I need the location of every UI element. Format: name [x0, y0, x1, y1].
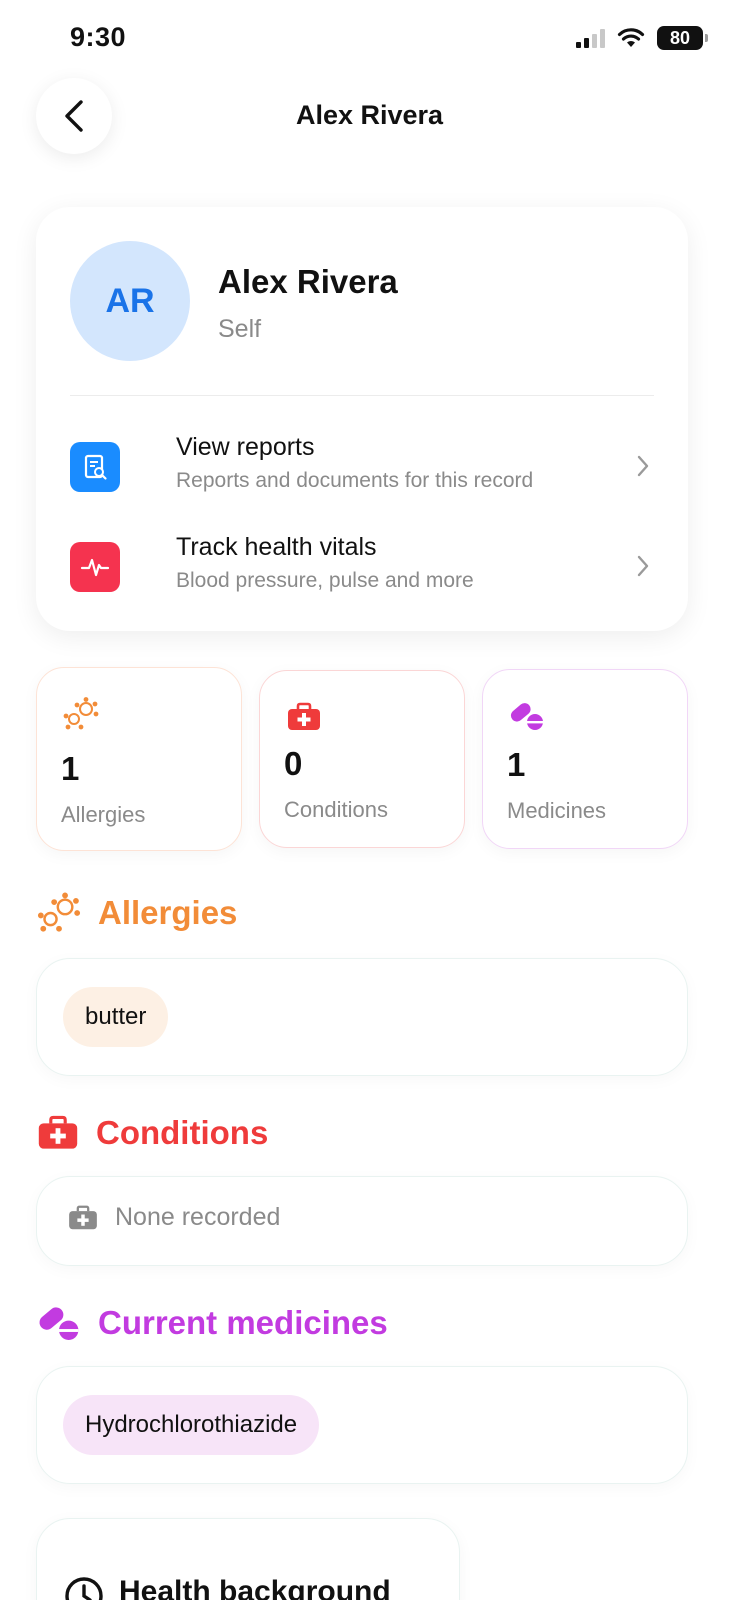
allergen-icon — [37, 892, 81, 932]
battery-icon: 80 — [657, 26, 708, 50]
stat-value-conditions: 0 — [284, 745, 303, 782]
conditions-empty-text: None recorded — [115, 1203, 281, 1231]
heartbeat-icon — [70, 542, 120, 592]
health-background-title: Health background — [119, 1575, 391, 1600]
stat-card-allergies[interactable]: 1 Allergies — [36, 667, 242, 851]
history-clock-icon — [65, 1577, 103, 1600]
profile-card: AR Alex Rivera Self View reports Reports… — [36, 207, 688, 631]
conditions-section-title: Conditions — [96, 1114, 269, 1151]
pills-icon — [39, 1307, 79, 1340]
medical-kit-icon — [38, 1115, 78, 1149]
medicine-chip[interactable]: Hydrochlorothiazide — [63, 1395, 320, 1455]
stat-label-conditions: Conditions — [284, 797, 388, 822]
profile-relation: Self — [218, 315, 262, 343]
stat-value-allergies: 1 — [61, 750, 80, 787]
conditions-empty-row: None recorded — [67, 1203, 280, 1232]
view-reports-row[interactable]: View reports Reports and documents for t… — [70, 433, 654, 503]
track-vitals-row[interactable]: Track health vitals Blood pressure, puls… — [70, 533, 654, 603]
chevron-right-icon — [632, 451, 654, 481]
profile-name: Alex Rivera — [218, 263, 398, 300]
view-reports-title: View reports — [176, 433, 315, 461]
patient-record-screen: 9:30 80 Alex Rivera AR Alex Rivera Self — [0, 0, 739, 1600]
status-icons: 80 — [576, 26, 708, 50]
medical-kit-icon — [284, 697, 324, 737]
allergy-chip[interactable]: butter — [63, 987, 169, 1047]
stat-card-conditions[interactable]: 0 Conditions — [259, 670, 465, 848]
track-vitals-title: Track health vitals — [176, 533, 377, 561]
pills-icon — [507, 696, 547, 736]
medicines-section-title: Current medicines — [98, 1304, 388, 1341]
conditions-section-header: Conditions — [36, 1108, 268, 1158]
stat-card-medicines[interactable]: 1 Medicines — [482, 669, 688, 849]
allergies-card: butter — [36, 958, 688, 1076]
cellular-signal-icon — [576, 28, 605, 48]
medical-kit-icon — [69, 1205, 97, 1229]
allergies-section-title: Allergies — [98, 894, 238, 931]
health-background-card[interactable]: Health background — [36, 1518, 460, 1600]
stat-label-medicines: Medicines — [507, 798, 607, 823]
allergies-section-header: Allergies — [36, 888, 237, 938]
chevron-right-icon — [632, 551, 654, 581]
allergen-icon — [61, 694, 101, 734]
conditions-card: None recorded — [36, 1176, 688, 1266]
stat-label-allergies: Allergies — [61, 802, 146, 827]
stat-value-medicines: 1 — [507, 746, 526, 783]
status-bar: 9:30 80 — [0, 0, 739, 80]
avatar: AR — [70, 241, 190, 361]
view-reports-subtitle: Reports and documents for this record — [176, 469, 534, 492]
document-search-icon — [70, 442, 120, 492]
medicines-section-header: Current medicines — [36, 1298, 388, 1348]
track-vitals-subtitle: Blood pressure, pulse and more — [176, 569, 474, 592]
page-title: Alex Rivera — [295, 100, 444, 130]
medicines-card: Hydrochlorothiazide — [36, 1366, 688, 1484]
status-time: 9:30 — [70, 22, 127, 52]
wifi-icon — [617, 28, 645, 47]
divider — [70, 395, 654, 396]
